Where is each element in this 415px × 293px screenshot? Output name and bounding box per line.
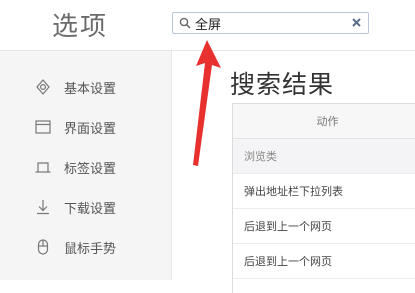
sidebar-item-label: 界面设置 <box>64 121 117 137</box>
table-header-action: 动作 <box>233 104 415 139</box>
tab-icon <box>35 162 51 173</box>
table-row[interactable]: 后退到上一个网页 <box>233 244 415 279</box>
download-icon <box>37 200 49 215</box>
sidebar-item-mouse-gestures[interactable]: 鼠标手势 <box>34 236 116 258</box>
sidebar-item-download[interactable]: 下载设置 <box>34 196 116 218</box>
search-icon <box>179 17 191 29</box>
mouse-icon <box>37 239 49 255</box>
sidebar-item-label: 鼠标手势 <box>64 241 117 257</box>
results-table: 动作 浏览类 弹出地址栏下拉列表 后退到上一个网页 后退到上一个网页 <box>232 103 415 293</box>
sidebar-item-label: 标签设置 <box>64 161 117 177</box>
sidebar-item-basic[interactable]: 基本设置 <box>34 76 116 98</box>
sidebar-item-interface[interactable]: 界面设置 <box>34 116 116 138</box>
annotation-arrow <box>193 40 221 166</box>
sidebar: 基本设置 界面设置 标签设置 下载设置 鼠标手势 <box>0 51 172 280</box>
table-row[interactable]: 弹出地址栏下拉列表 <box>233 174 415 209</box>
gear-icon <box>36 79 50 95</box>
sidebar-item-label: 下载设置 <box>64 201 117 217</box>
search-input[interactable] <box>195 14 345 32</box>
search-box[interactable] <box>172 12 369 34</box>
sidebar-item-tabs[interactable]: 标签设置 <box>34 156 116 178</box>
sidebar-item-label: 基本设置 <box>64 81 117 97</box>
table-row-category: 浏览类 <box>233 139 415 174</box>
window-icon <box>35 120 51 134</box>
table-row[interactable]: 后退到上一个网页 <box>233 209 415 244</box>
page-title: 选项 <box>52 12 109 42</box>
clear-icon[interactable] <box>351 17 362 28</box>
section-title: 搜索结果 <box>230 70 335 99</box>
